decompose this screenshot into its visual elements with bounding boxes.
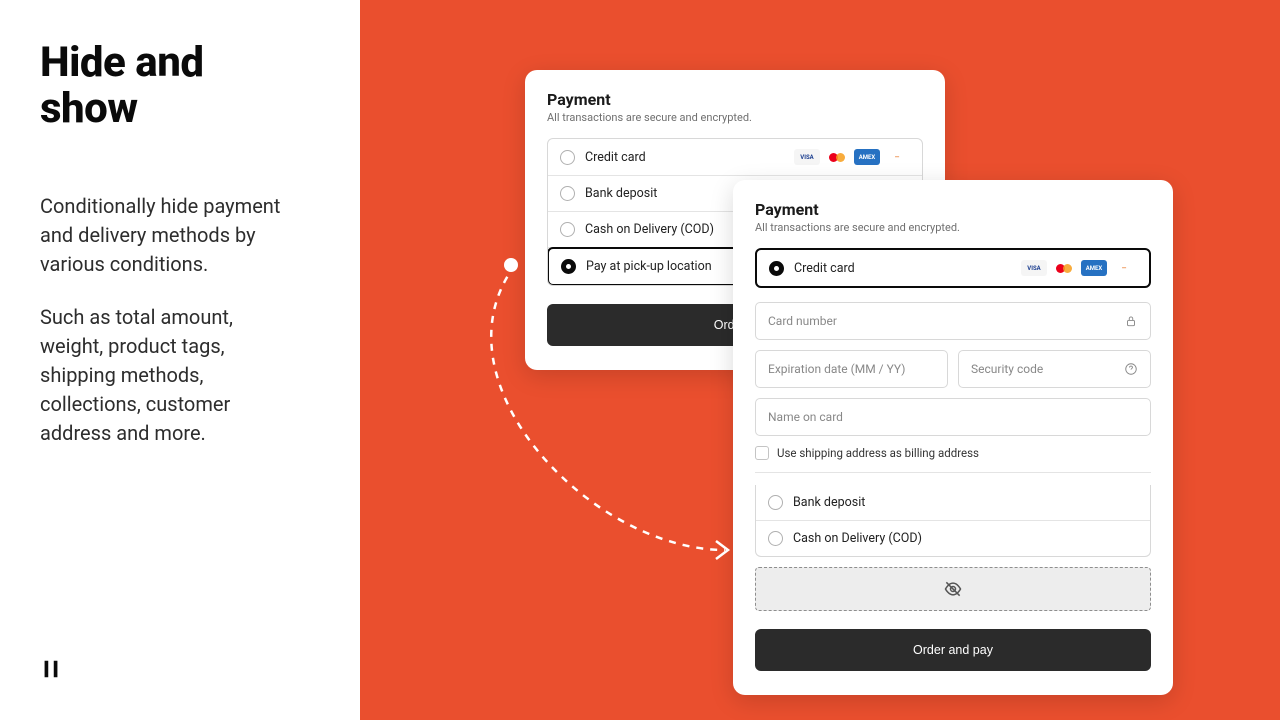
visa-icon: VISA: [794, 149, 820, 165]
discover-icon: —: [1111, 260, 1137, 276]
checkbox-icon: [755, 446, 769, 460]
placeholder-text: Name on card: [768, 410, 843, 424]
option-credit-card[interactable]: Credit card VISA AMEX —: [757, 250, 1149, 286]
card-number-input[interactable]: Card number: [755, 302, 1151, 340]
hidden-option-placeholder: [755, 567, 1151, 611]
radio-icon: [768, 495, 783, 510]
mastercard-icon: [824, 149, 850, 165]
lock-icon: [1124, 314, 1138, 328]
option-credit-card[interactable]: Credit card VISA AMEX —: [548, 139, 922, 176]
option-label: Bank deposit: [793, 495, 1138, 510]
radio-icon: [560, 150, 575, 165]
cvv-input[interactable]: Security code: [958, 350, 1151, 388]
payment-options-list: Credit card VISA AMEX —: [755, 248, 1151, 288]
amex-icon: AMEX: [854, 149, 880, 165]
payment-title: Payment: [547, 90, 923, 109]
marketing-body: Conditionally hide payment and delivery …: [40, 192, 360, 448]
amex-icon: AMEX: [1081, 260, 1107, 276]
name-on-card-input[interactable]: Name on card: [755, 398, 1151, 436]
card-brand-logos: VISA AMEX —: [1021, 260, 1137, 276]
radio-icon: [769, 261, 784, 276]
radio-icon: [560, 222, 575, 237]
expiry-input[interactable]: Expiration date (MM / YY): [755, 350, 948, 388]
placeholder-text: Expiration date (MM / YY): [768, 362, 905, 376]
mastercard-icon: [1051, 260, 1077, 276]
radio-icon: [768, 531, 783, 546]
eye-off-icon: [943, 579, 963, 599]
placeholder-text: Security code: [971, 362, 1043, 376]
payment-subtitle: All transactions are secure and encrypte…: [755, 221, 1151, 234]
option-cod[interactable]: Cash on Delivery (COD): [756, 521, 1150, 556]
option-label: Credit card: [794, 261, 1021, 276]
placeholder-text: Card number: [768, 314, 837, 328]
radio-icon: [560, 186, 575, 201]
visa-icon: VISA: [1021, 260, 1047, 276]
radio-icon: [561, 259, 576, 274]
option-bank-deposit[interactable]: Bank deposit: [756, 485, 1150, 521]
option-label: Credit card: [585, 150, 794, 165]
option-label: Cash on Delivery (COD): [793, 531, 1138, 546]
marketing-sidebar: Hide and show Conditionally hide payment…: [0, 0, 360, 720]
credit-card-form: Card number Expiration date (MM / YY) Se…: [755, 288, 1151, 473]
discover-icon: —: [884, 149, 910, 165]
use-shipping-checkbox[interactable]: Use shipping address as billing address: [755, 446, 1151, 460]
page-heading: Hide and show: [40, 40, 360, 132]
brand-logo-icon: [40, 658, 62, 680]
arrow-start-dot: [504, 258, 518, 272]
help-icon: [1124, 362, 1138, 376]
payment-title: Payment: [755, 200, 1151, 219]
card-brand-logos: VISA AMEX —: [794, 149, 910, 165]
checkbox-label: Use shipping address as billing address: [777, 446, 979, 460]
order-and-pay-button[interactable]: Order and pay: [755, 629, 1151, 671]
payment-card-after: Payment All transactions are secure and …: [733, 180, 1173, 695]
preview-canvas: Payment All transactions are secure and …: [360, 0, 1280, 720]
payment-options-rest: Bank deposit Cash on Delivery (COD): [755, 485, 1151, 557]
payment-subtitle: All transactions are secure and encrypte…: [547, 111, 923, 124]
